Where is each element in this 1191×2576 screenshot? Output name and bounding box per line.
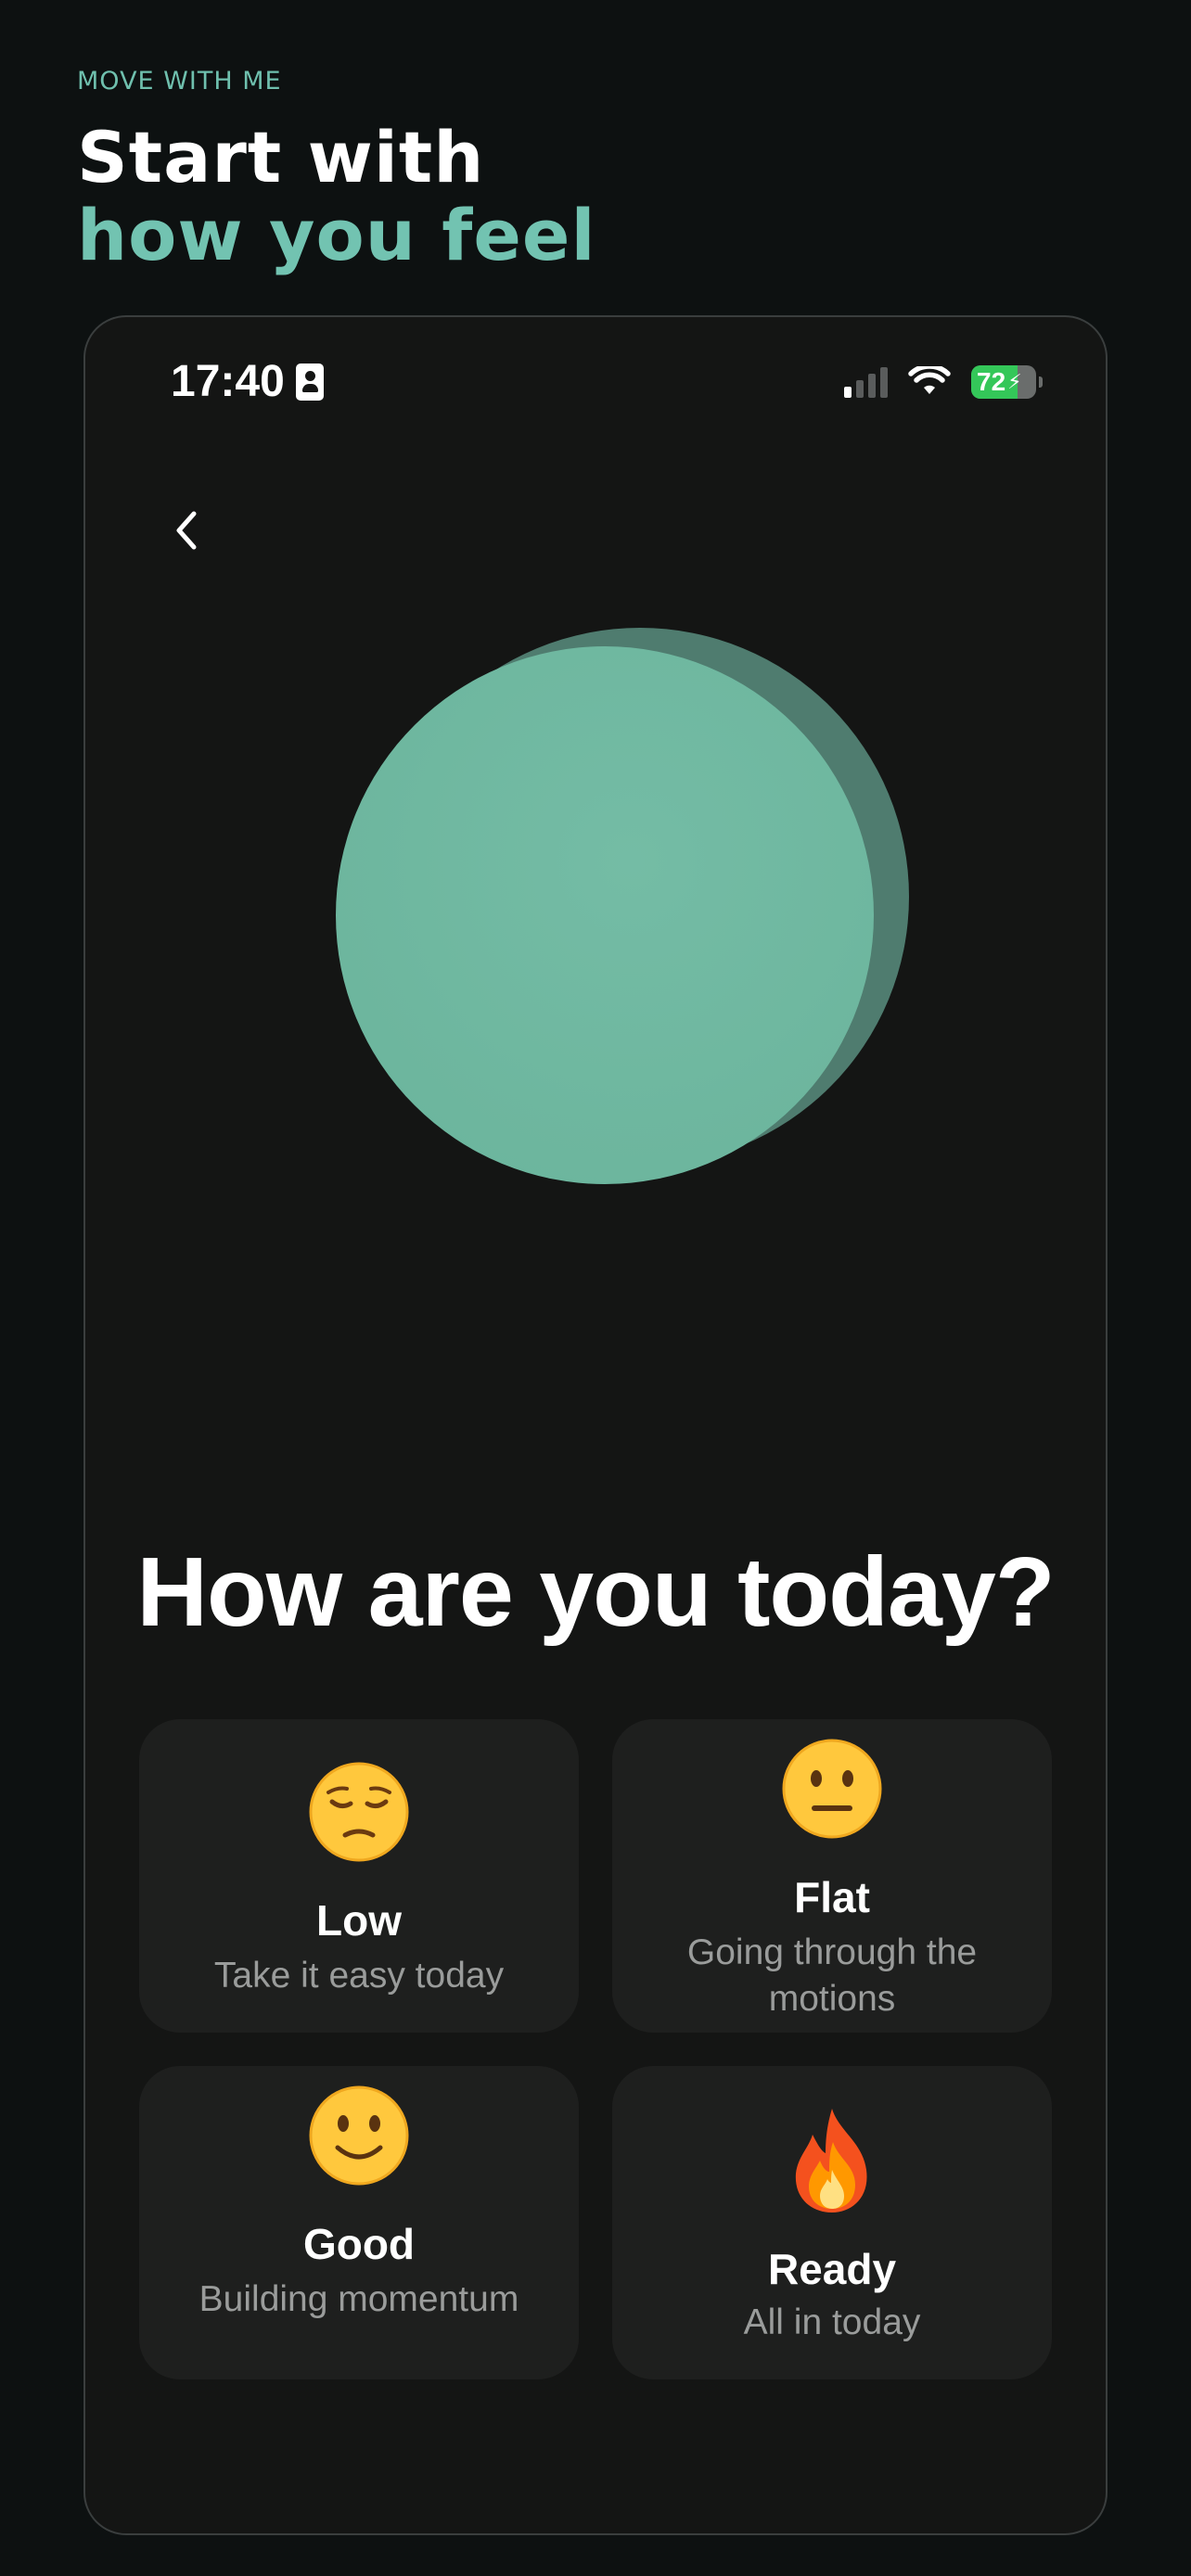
charging-bolt-icon: ⚡ — [1007, 370, 1022, 394]
mood-subtitle: Building momentum — [198, 2279, 519, 2319]
mood-question: How are you today? — [136, 1537, 1055, 1647]
mood-subtitle: All in today — [743, 2302, 921, 2342]
headline-line-1: Start with — [77, 116, 485, 198]
battery-level: 72 — [977, 367, 1006, 396]
chevron-left-icon — [176, 511, 197, 550]
time-label: 17:40 — [171, 357, 285, 406]
wifi-icon — [908, 366, 951, 394]
status-bar-indicators: 72 ⚡ — [844, 365, 1043, 399]
headline-line-2: how you feel — [77, 194, 596, 276]
mood-title: Good — [302, 2220, 416, 2268]
battery-icon: 72 ⚡ — [971, 365, 1036, 399]
slightly-smiling-face-icon — [139, 2085, 579, 2187]
mood-subtitle: Going through the motions — [686, 1932, 978, 2019]
mood-card-good[interactable]: Good Building momentum — [139, 2066, 579, 2379]
phone-frame: 17:40 72 ⚡ How are you today? Low Take i… — [83, 315, 1108, 2535]
eyebrow-label: MOVE WITH ME — [77, 67, 282, 96]
mood-title: Ready — [767, 2245, 897, 2293]
mood-subtitle: Take it easy today — [213, 1956, 505, 1996]
back-button[interactable] — [158, 503, 213, 558]
mood-card-flat[interactable]: Flat Going through the motions — [612, 1719, 1052, 2033]
page-headline: Start with how you feel — [77, 119, 596, 274]
contact-card-icon — [295, 363, 324, 401]
fire-icon — [612, 2105, 1052, 2216]
neutral-face-icon — [612, 1738, 1052, 1840]
mood-title: Flat — [794, 1873, 870, 1921]
mood-card-ready[interactable]: Ready All in today — [612, 2066, 1052, 2379]
mood-title: Low — [316, 1896, 402, 1945]
mood-card-low[interactable]: Low Take it easy today — [139, 1719, 579, 2033]
status-bar-time: 17:40 — [171, 356, 324, 407]
cellular-signal-icon — [844, 366, 888, 398]
pensive-face-icon — [139, 1761, 579, 1863]
mood-orb — [336, 628, 909, 1184]
